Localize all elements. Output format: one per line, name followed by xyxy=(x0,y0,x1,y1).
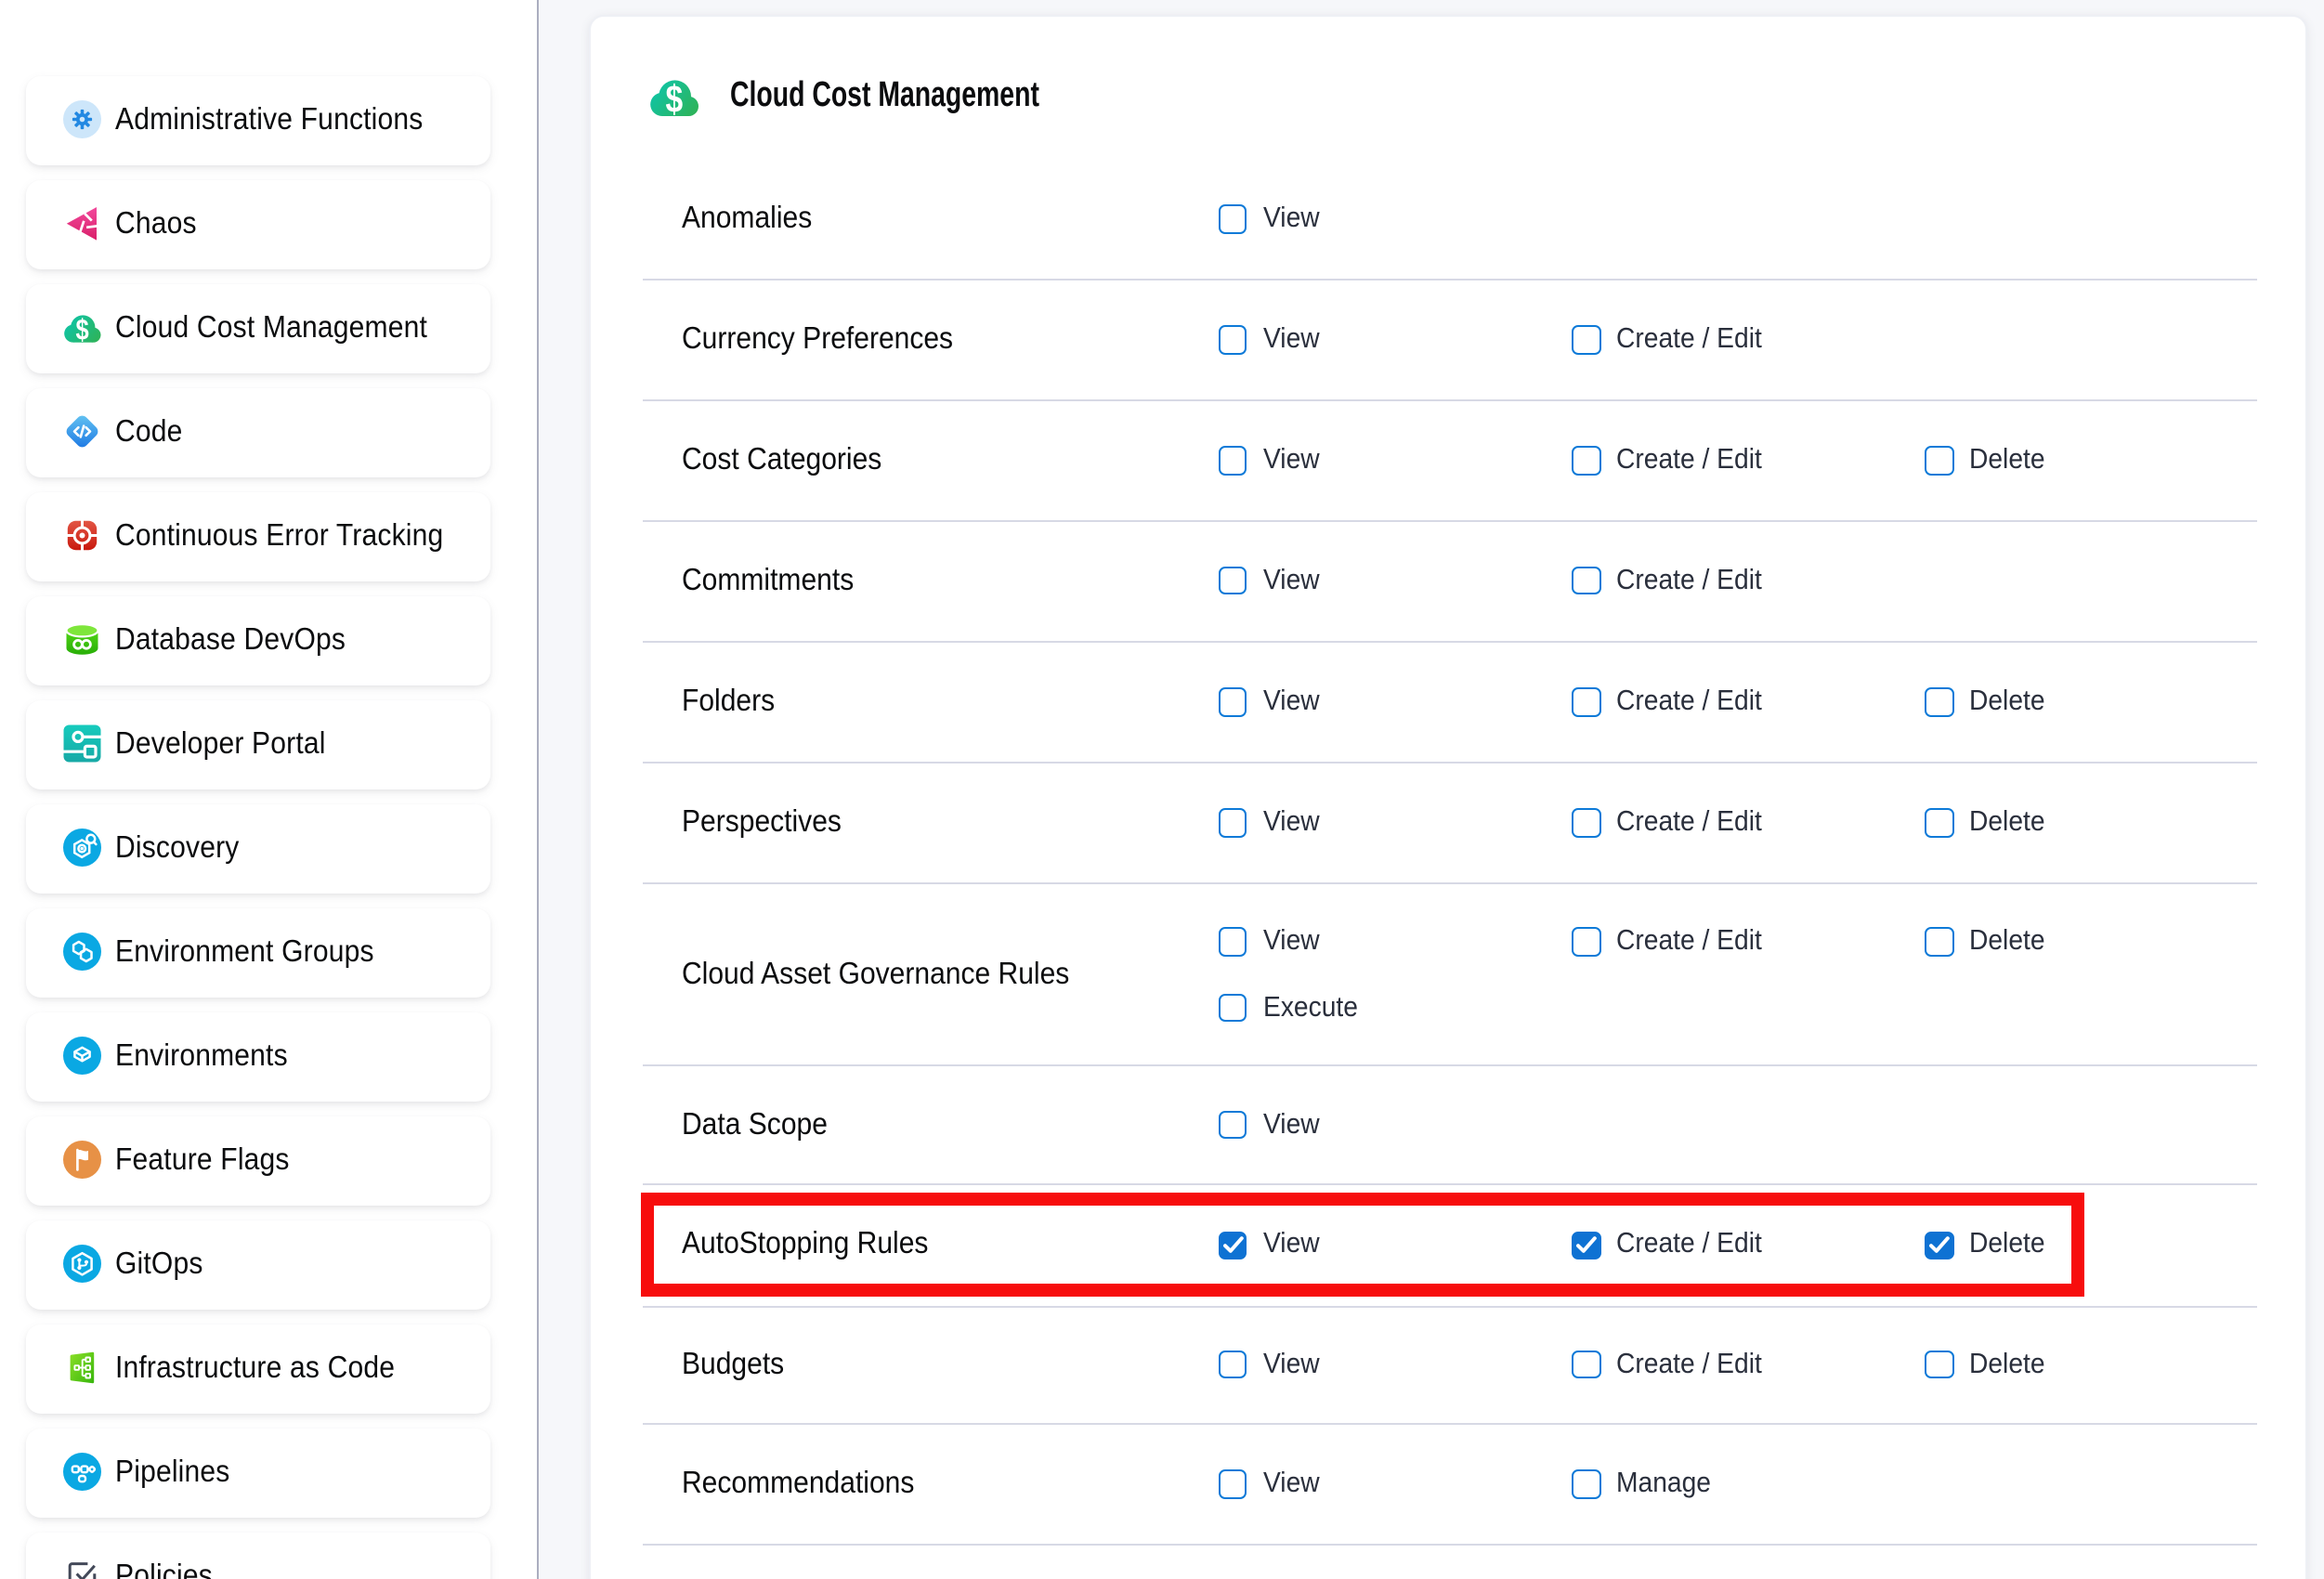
svg-text:$: $ xyxy=(665,77,683,118)
svg-text:$: $ xyxy=(76,314,89,345)
